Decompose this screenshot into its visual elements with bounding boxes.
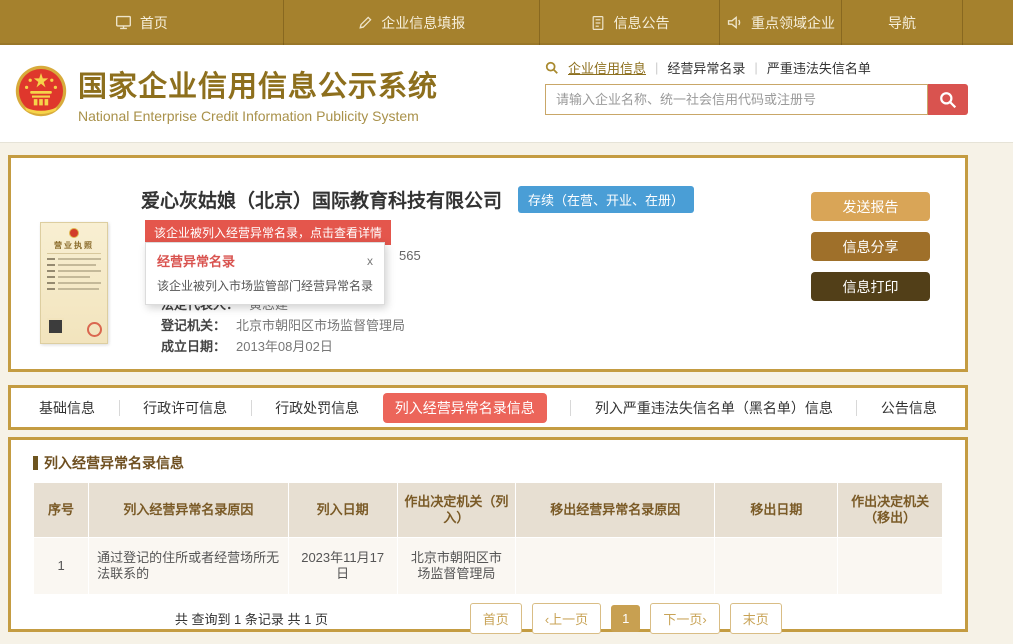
bulletin-icon [590, 15, 606, 31]
nav-label: 重点领域企业 [751, 13, 835, 33]
divider [251, 400, 252, 416]
pagination-page-1[interactable]: 1 [611, 605, 640, 632]
company-status-badge: 存续（在营、开业、在册） [518, 186, 694, 213]
cell-inclusion-reason: 通过登记的住所或者经营场所无法联系的 [89, 538, 287, 594]
col-header: 列入日期 [289, 483, 397, 537]
speaker-icon [726, 14, 743, 31]
tab-administrative-license[interactable]: 行政许可信息 [143, 398, 227, 418]
nav-enterprise-filing[interactable]: 企业信息填报 [284, 0, 540, 45]
pagination: 共 查询到 1 条记录 共 1 页 首页 ‹上一页 1 下一页› 末页 [33, 603, 943, 634]
tab-administrative-penalty[interactable]: 行政处罚信息 [275, 398, 359, 418]
nav-label: 导航 [888, 13, 916, 33]
table-header-row: 序号 列入经营异常名录原因 列入日期 作出决定机关（列入） 移出经营异常名录原因… [34, 483, 942, 537]
col-header: 移出经营异常名录原因 [516, 483, 714, 537]
abnormal-records-table: 序号 列入经营异常名录原因 列入日期 作出决定机关（列入） 移出经营异常名录原因… [33, 482, 943, 595]
col-header: 序号 [34, 483, 88, 537]
search-tab-enterprise-credit[interactable]: 企业信用信息 [568, 58, 646, 77]
nav-navigation[interactable]: 导航 [842, 0, 964, 45]
search-button[interactable] [928, 84, 968, 115]
abnormal-popup: 经营异常名录 x 该企业被列入市场监管部门经营异常名录 [145, 242, 385, 305]
company-name: 爱心灰姑娘（北京）国际教育科技有限公司 [141, 186, 502, 213]
table-row: 1 通过登记的住所或者经营场所无法联系的 2023年11月17日 北京市朝阳区市… [34, 538, 942, 594]
nav-auth: 登录 注册 [963, 0, 1013, 45]
divider [570, 400, 571, 416]
license-qr-code [47, 318, 64, 335]
business-license-image[interactable]: 营业执照 [40, 222, 108, 344]
pagination-prev[interactable]: ‹上一页 [532, 603, 601, 634]
send-report-button[interactable]: 发送报告 [811, 192, 930, 221]
credit-code-fragment: 565 [399, 248, 421, 263]
site-title: 国家企业信用信息公示系统 [78, 63, 438, 105]
company-actions: 发送报告 信息分享 信息打印 [811, 192, 930, 301]
cell-removal-date [715, 538, 837, 594]
cell-deciding-authority-out [838, 538, 942, 594]
divider: | [754, 60, 757, 75]
tab-serious-violation-blacklist[interactable]: 列入严重违法失信名单（黑名单）信息 [595, 398, 833, 418]
popup-body: 该企业被列入市场监管部门经营异常名录 [157, 277, 373, 294]
tab-abnormal-operation-list[interactable]: 列入经营异常名录信息 [383, 393, 547, 423]
cell-deciding-authority-in: 北京市朝阳区市场监督管理局 [398, 538, 515, 594]
tab-basic-info[interactable]: 基础信息 [39, 398, 95, 418]
nav-label: 首页 [140, 13, 168, 33]
close-icon[interactable]: x [367, 254, 373, 268]
field-establishment-date: 成立日期：2013年08月02日 [161, 340, 405, 354]
divider [856, 400, 857, 416]
cell-removal-reason [516, 538, 714, 594]
col-header: 移出日期 [715, 483, 837, 537]
share-info-button[interactable]: 信息分享 [811, 232, 930, 261]
cell-inclusion-date: 2023年11月17日 [289, 538, 397, 594]
col-header: 列入经营异常名录原因 [89, 483, 287, 537]
print-info-button[interactable]: 信息打印 [811, 272, 930, 301]
nav-home[interactable]: 首页 [0, 0, 284, 45]
field-registration-authority: 登记机关：北京市朝阳区市场监督管理局 [161, 319, 405, 333]
col-header: 作出决定机关（移出） [838, 483, 942, 537]
pagination-last[interactable]: 末页 [730, 603, 782, 634]
divider [119, 400, 120, 416]
search-tab-serious-violation[interactable]: 严重违法失信名单 [767, 58, 871, 77]
abnormal-records-section: 列入经营异常名录信息 序号 列入经营异常名录原因 列入日期 作出决定机关（列入）… [8, 437, 968, 632]
search-icon [545, 61, 559, 75]
nav-label: 企业信息填报 [381, 13, 465, 33]
divider: | [655, 60, 658, 75]
popup-title: 经营异常名录 [157, 251, 235, 270]
search-input[interactable] [545, 84, 928, 115]
company-summary-card: 营业执照 爱心灰姑娘（北京）国际教育科技有限公司 存续（在营、开业、在册） 该企… [8, 155, 968, 372]
pen-icon [357, 15, 373, 31]
site-header: 国家企业信用信息公示系统 National Enterprise Credit … [0, 45, 1013, 143]
tab-announcement-info[interactable]: 公告信息 [881, 398, 937, 418]
nav-key-enterprises[interactable]: 重点领域企业 [720, 0, 842, 45]
license-emblem-icon [69, 228, 79, 238]
col-header: 作出决定机关（列入） [398, 483, 515, 537]
pagination-first[interactable]: 首页 [470, 603, 522, 634]
record-count: 共 查询到 1 条记录 共 1 页 [33, 609, 470, 628]
detail-tabs: 基础信息 行政许可信息 行政处罚信息 列入经营异常名录信息 列入严重违法失信名单… [8, 385, 968, 430]
search-icon [939, 91, 957, 109]
license-title: 营业执照 [47, 240, 101, 251]
site-subtitle: National Enterprise Credit Information P… [78, 108, 438, 124]
search-area: 企业信用信息 | 经营异常名录 | 严重违法失信名单 [545, 58, 968, 115]
top-navigation: 首页 企业信息填报 信息公告 重点领域企业 导航 登录 注册 [0, 0, 1013, 45]
pagination-next[interactable]: 下一页› [650, 603, 719, 634]
section-title: 列入经营异常名录信息 [33, 453, 943, 473]
nav-label: 信息公告 [614, 13, 670, 33]
license-seal [87, 322, 102, 337]
company-fields: 法定代表人：黄志建 登记机关：北京市朝阳区市场监督管理局 成立日期：2013年0… [161, 298, 405, 361]
monitor-icon [115, 14, 132, 31]
search-tab-abnormal-list[interactable]: 经营异常名录 [667, 58, 745, 77]
cell-index: 1 [34, 538, 88, 594]
nav-announcements[interactable]: 信息公告 [540, 0, 720, 45]
national-emblem-logo [14, 64, 68, 123]
